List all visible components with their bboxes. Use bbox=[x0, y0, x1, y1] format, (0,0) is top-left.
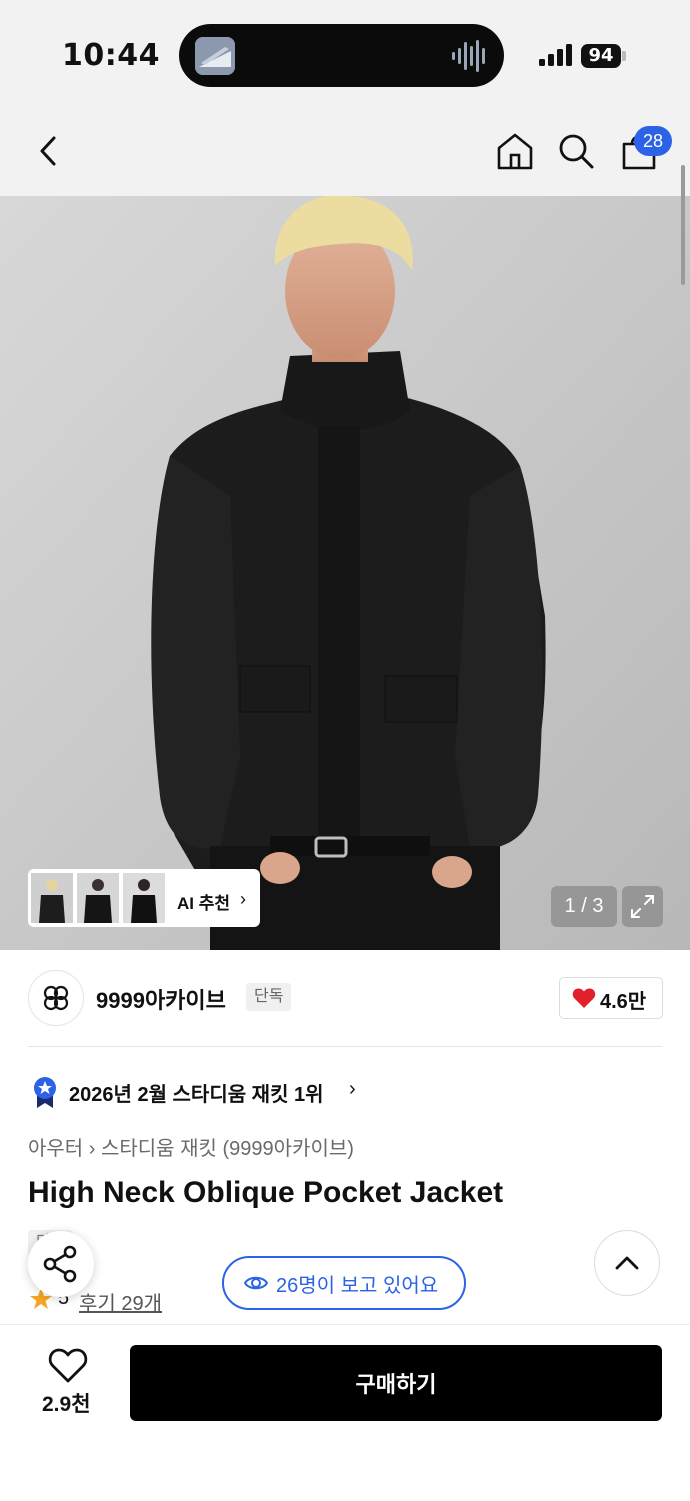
audio-waveform-icon bbox=[452, 40, 485, 72]
breadcrumb: 아우터 › 스타디움 재킷 (9999아카이브) bbox=[28, 1132, 354, 1161]
chevron-right-icon: › bbox=[240, 889, 246, 909]
ranking-badge-icon bbox=[34, 1077, 56, 1108]
breadcrumb-category[interactable]: 아우터 bbox=[28, 1138, 83, 1160]
exclusive-badge: 단독 bbox=[246, 983, 292, 1011]
heart-icon bbox=[572, 988, 596, 1008]
back-icon[interactable] bbox=[26, 128, 72, 174]
recommend-thumbnail[interactable] bbox=[77, 873, 119, 923]
scrollbar[interactable] bbox=[681, 165, 685, 285]
brand-logo[interactable] bbox=[28, 970, 84, 1026]
product-image[interactable] bbox=[0, 196, 690, 950]
chevron-right-icon: › bbox=[349, 1078, 356, 1100]
eye-icon bbox=[243, 1276, 269, 1290]
search-icon[interactable] bbox=[553, 128, 599, 174]
brand-logo-icon bbox=[43, 985, 69, 1011]
home-icon[interactable] bbox=[492, 128, 538, 174]
brand-like-count: 4.6만 bbox=[600, 991, 647, 1013]
chevron-up-icon bbox=[615, 1256, 639, 1270]
product-title: High Neck Oblique Pocket Jacket bbox=[28, 1176, 504, 1209]
buy-button[interactable]: 구매하기 bbox=[130, 1345, 662, 1421]
cart-count-badge: 28 bbox=[634, 126, 672, 156]
viewers-text: 26명이 보고 있어요 bbox=[276, 1275, 439, 1297]
share-icon bbox=[43, 1245, 77, 1283]
status-time: 10:44 bbox=[62, 38, 160, 73]
scroll-top-button[interactable] bbox=[594, 1230, 660, 1296]
breadcrumb-separator-icon: › bbox=[88, 1138, 101, 1160]
ai-recommend-label[interactable]: AI 추천 bbox=[177, 889, 230, 914]
now-playing-artwork bbox=[195, 37, 235, 75]
ranking-text[interactable]: 2026년 2월 스타디움 재킷 1위 bbox=[69, 1078, 324, 1107]
battery-tip bbox=[622, 51, 626, 61]
recommend-thumbnail[interactable] bbox=[123, 873, 165, 923]
wishlist-count: 2.9천 bbox=[42, 1393, 91, 1416]
brand-name[interactable]: 9999아카이브 bbox=[96, 983, 226, 1015]
cellular-signal-icon bbox=[539, 44, 572, 66]
heart-icon[interactable] bbox=[48, 1348, 88, 1384]
image-page-indicator: 1 / 3 bbox=[551, 886, 617, 927]
breadcrumb-subcategory[interactable]: 스타디움 재킷 (9999아카이브) bbox=[101, 1138, 354, 1160]
divider bbox=[28, 1046, 662, 1047]
share-button[interactable] bbox=[28, 1231, 94, 1297]
recommend-thumbnail[interactable] bbox=[31, 873, 73, 923]
expand-icon bbox=[631, 895, 654, 918]
product-photo-illustration bbox=[0, 196, 690, 950]
expand-image-button[interactable] bbox=[622, 886, 663, 927]
battery-icon: 94 bbox=[581, 44, 621, 68]
